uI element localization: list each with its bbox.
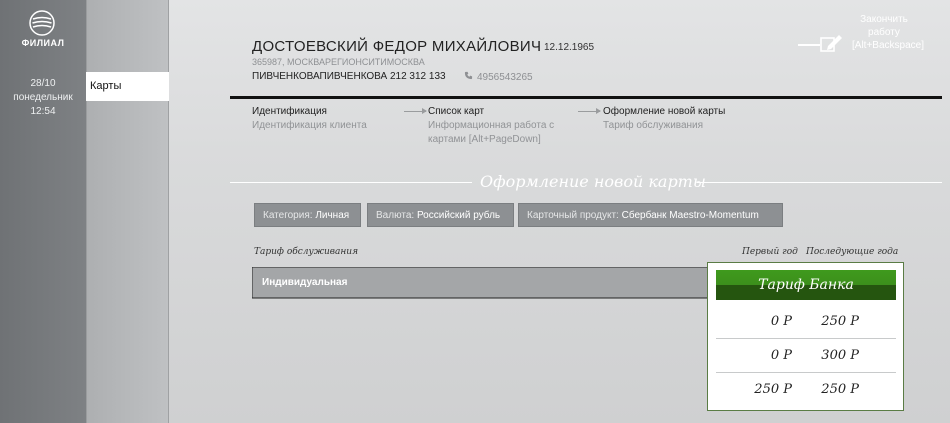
- pencil-icon: [798, 35, 842, 52]
- bank-tariff-card[interactable]: Тариф Банка 0 Р 250 Р 0 Р 300 Р 250 Р 25…: [707, 262, 904, 411]
- filter-category-value: Личная: [315, 210, 350, 221]
- tariff-name: Индивидуальная: [262, 277, 348, 288]
- step-subtitle: Идентификация клиента: [252, 120, 367, 131]
- edit-client-button[interactable]: [798, 34, 844, 54]
- step-subtitle: Тариф обслуживания: [603, 120, 704, 131]
- price-next-years: 300 Р: [821, 348, 859, 363]
- filter-product-label: Карточный продукт:: [527, 210, 619, 221]
- section-divider-right: [697, 182, 942, 183]
- tariff-row-individual[interactable]: Индивидуальная: [252, 267, 722, 299]
- step-subtitle: Информационная работа с: [428, 120, 555, 131]
- exit-label-2: работу: [868, 27, 900, 38]
- current-date: 28/10: [30, 78, 56, 89]
- price-first-year: 0 Р: [770, 348, 792, 363]
- current-time: 12:54: [30, 106, 56, 117]
- client-phone: 4956543265: [464, 71, 533, 83]
- filter-product-value: Сбербанк Maestro-Momentum: [621, 210, 759, 221]
- step-arrow-icon: [404, 108, 427, 114]
- section-title: Оформление новой карты: [480, 172, 706, 191]
- phone-icon: [464, 71, 473, 83]
- client-dob: 12.12.1965: [544, 42, 595, 53]
- filter-currency-label: Валюта:: [376, 210, 415, 221]
- bank-tariff-title: Тариф Банка: [716, 270, 896, 300]
- date-time-box: 28/10 понедельник 12:54: [0, 77, 86, 119]
- step-identification[interactable]: Идентификация Идентификация клиента: [252, 105, 367, 133]
- client-name: ДОСТОЕВСКИЙ ФЕДОР МИХАЙЛОВИЧ: [252, 38, 542, 55]
- filter-category[interactable]: Категория: Личная: [254, 203, 361, 227]
- exit-label-3: [Alt+Backspace]: [852, 40, 924, 51]
- current-weekday: понедельник: [13, 92, 73, 103]
- step-title: Список карт: [428, 106, 485, 117]
- client-phone-number: 4956543265: [477, 72, 533, 83]
- header-divider: [230, 96, 942, 99]
- exit-label-1: Закончить: [860, 14, 908, 25]
- column-next-years: Последующие года: [806, 247, 899, 257]
- filter-currency-value: Российский рубль: [416, 210, 501, 221]
- sber-logo-icon: [29, 10, 55, 36]
- price-row: 250 Р 250 Р: [716, 373, 896, 407]
- price-first-year: 250 Р: [754, 382, 792, 397]
- step-title: Идентификация: [252, 106, 327, 117]
- left-rail: ФИЛИАЛ 28/10 понедельник 12:54: [0, 0, 87, 423]
- branch-label: ФИЛИАЛ: [21, 38, 65, 48]
- filter-currency[interactable]: Валюта: Российский рубль: [367, 203, 514, 227]
- price-row: 0 Р 250 Р: [716, 305, 896, 339]
- step-arrow-icon: [578, 108, 601, 114]
- price-next-years: 250 Р: [821, 382, 859, 397]
- filter-category-label: Категория:: [263, 210, 313, 221]
- section-divider-left: [230, 182, 472, 183]
- step-subtitle: картами [Alt+PageDown]: [428, 134, 541, 145]
- step-card-list[interactable]: Список карт Информационная работа с карт…: [428, 105, 554, 147]
- price-first-year: 0 Р: [770, 314, 792, 329]
- client-passport: ПИВЧЕНКОВАПИВЧЕНКОВА 212 312 133: [252, 71, 446, 82]
- secondary-nav: [87, 0, 169, 423]
- finish-work-button[interactable]: Закончить работу [Alt+Backspace]: [852, 13, 924, 52]
- client-address: 365987, МОСКВАРЕГИОНСИТИМОСКВА: [252, 57, 425, 67]
- step-new-card[interactable]: Оформление новой карты Тариф обслуживани…: [603, 105, 725, 133]
- step-title: Оформление новой карты: [603, 106, 726, 117]
- column-tariff: Тариф обслуживания: [254, 247, 359, 257]
- filter-card-product[interactable]: Карточный продукт: Сбербанк Maestro-Mome…: [518, 203, 783, 227]
- price-next-years: 250 Р: [821, 314, 859, 329]
- column-first-year: Первый год: [742, 247, 798, 257]
- price-row: 0 Р 300 Р: [716, 339, 896, 373]
